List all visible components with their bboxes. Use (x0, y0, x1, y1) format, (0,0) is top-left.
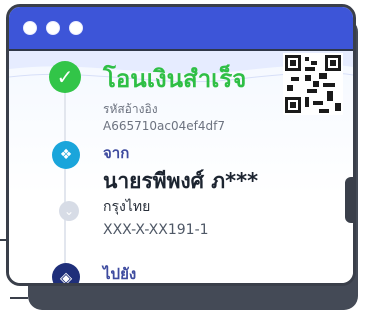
bank-logo-icon: ❖ (52, 141, 80, 169)
right-notch-decoration (345, 177, 353, 223)
to-label: ไปยัง (103, 265, 137, 283)
window-maximize-button[interactable] (69, 21, 83, 35)
window-close-button[interactable] (23, 21, 37, 35)
from-account-name: นายรพีพงศ์ ภ*** (103, 169, 259, 193)
transfer-status-title: โอนเงินสำเร็จ (103, 65, 247, 93)
app-window: ✓ โอนเงินสำเร็จ รหัสอ้างอิง A665710ac04e… (6, 4, 356, 286)
window-titlebar[interactable] (9, 7, 353, 51)
qr-code-icon[interactable] (283, 53, 343, 115)
reference-label: รหัสอ้างอิง (103, 102, 158, 116)
bank-logo-icon: ◈ (52, 263, 80, 283)
bank-secondary-icon: ⌄ (59, 201, 79, 221)
window-minimize-button[interactable] (46, 21, 60, 35)
from-label: จาก (103, 144, 130, 162)
check-circle-icon: ✓ (49, 61, 81, 93)
reference-id: A665710ac04ef4df7 (103, 119, 225, 133)
timeline-line (64, 91, 66, 281)
transfer-slip: ✓ โอนเงินสำเร็จ รหัสอ้างอิง A665710ac04e… (9, 51, 353, 283)
from-account-number: XXX-X-XX191-1 (103, 222, 209, 238)
from-bank-name: กรุงไทย (103, 199, 151, 215)
